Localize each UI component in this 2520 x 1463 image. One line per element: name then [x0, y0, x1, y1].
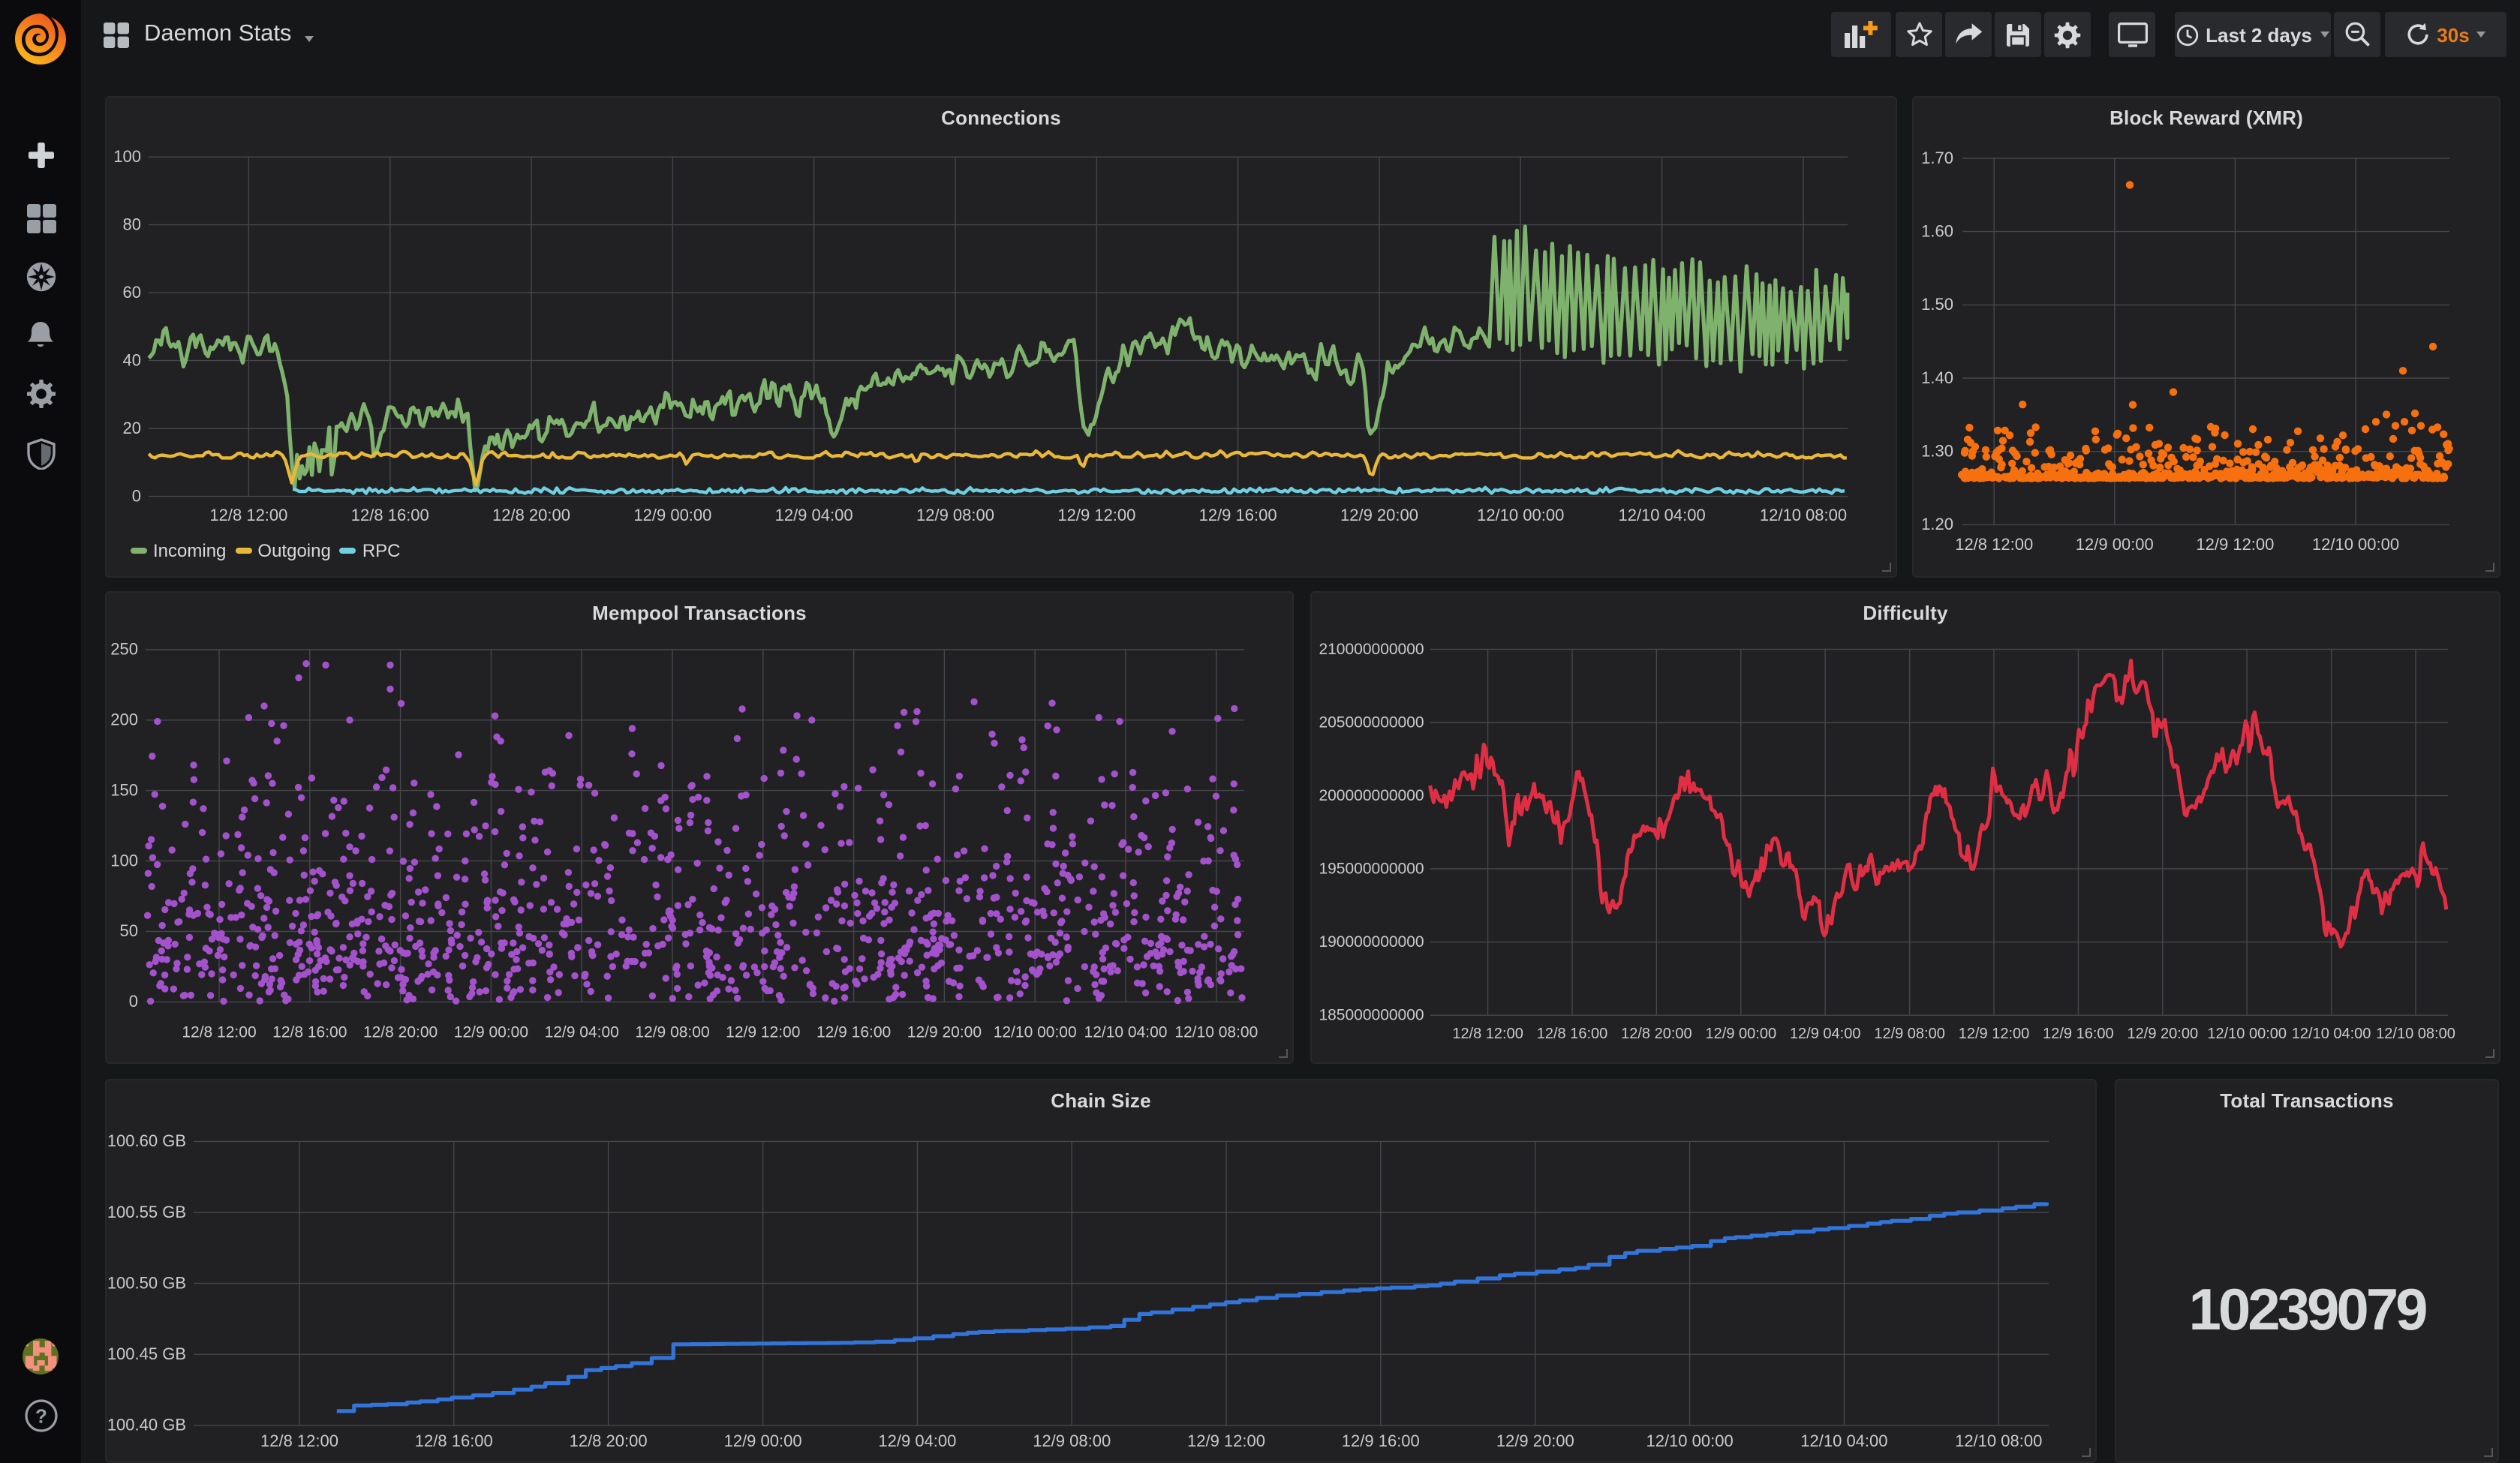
- svg-text:12/9 12:00: 12/9 12:00: [1959, 1026, 2030, 1042]
- svg-text:12/8 20:00: 12/8 20:00: [363, 1024, 438, 1041]
- svg-text:12/9 00:00: 12/9 00:00: [2076, 535, 2154, 554]
- svg-text:12/9 16:00: 12/9 16:00: [816, 1024, 891, 1041]
- svg-text:150: 150: [110, 780, 138, 799]
- svg-text:12/8 12:00: 12/8 12:00: [182, 1024, 256, 1041]
- svg-text:12/8 12:00: 12/8 12:00: [260, 1431, 338, 1450]
- svg-text:0: 0: [129, 992, 138, 1011]
- svg-text:1.30: 1.30: [1921, 442, 1953, 461]
- svg-text:12/8 20:00: 12/8 20:00: [1621, 1026, 1692, 1042]
- svg-text:12/8 12:00: 12/8 12:00: [1955, 535, 2033, 554]
- svg-text:12/8 20:00: 12/8 20:00: [492, 506, 570, 524]
- svg-text:100.50 GB: 100.50 GB: [107, 1273, 186, 1292]
- svg-text:0: 0: [132, 486, 141, 505]
- svg-text:12/9 08:00: 12/9 08:00: [1033, 1431, 1111, 1450]
- svg-text:1.50: 1.50: [1921, 295, 1953, 314]
- svg-text:12/10 00:00: 12/10 00:00: [1477, 506, 1564, 524]
- svg-text:12/10 00:00: 12/10 00:00: [1646, 1431, 1733, 1450]
- svg-text:1.40: 1.40: [1921, 368, 1953, 387]
- svg-text:12/10 04:00: 12/10 04:00: [2292, 1026, 2371, 1042]
- svg-text:205000000000: 205000000000: [1319, 714, 1424, 732]
- svg-text:12/8 16:00: 12/8 16:00: [272, 1024, 347, 1041]
- svg-text:12/9 20:00: 12/9 20:00: [1496, 1431, 1574, 1450]
- svg-text:12/10 08:00: 12/10 08:00: [2376, 1026, 2455, 1042]
- svg-text:12/9 20:00: 12/9 20:00: [2128, 1026, 2199, 1042]
- svg-text:100.40 GB: 100.40 GB: [107, 1416, 186, 1434]
- svg-text:12/9 16:00: 12/9 16:00: [1342, 1431, 1420, 1450]
- svg-text:185000000000: 185000000000: [1319, 1007, 1424, 1024]
- svg-text:12/10 08:00: 12/10 08:00: [1174, 1024, 1258, 1041]
- svg-text:12/9 16:00: 12/9 16:00: [2043, 1026, 2114, 1042]
- svg-text:12/9 04:00: 12/9 04:00: [878, 1431, 956, 1450]
- svg-text:100.45 GB: 100.45 GB: [107, 1344, 186, 1363]
- svg-text:100.55 GB: 100.55 GB: [107, 1203, 186, 1221]
- svg-text:100.60 GB: 100.60 GB: [107, 1131, 186, 1150]
- svg-text:12/9 00:00: 12/9 00:00: [633, 506, 711, 524]
- svg-text:80: 80: [123, 215, 141, 233]
- svg-text:12/9 00:00: 12/9 00:00: [724, 1431, 802, 1450]
- svg-text:200000000000: 200000000000: [1319, 787, 1424, 804]
- svg-text:40: 40: [123, 350, 141, 369]
- svg-text:12/9 12:00: 12/9 12:00: [2196, 535, 2274, 554]
- svg-text:12/9 00:00: 12/9 00:00: [454, 1024, 528, 1041]
- svg-text:12/8 20:00: 12/8 20:00: [570, 1431, 648, 1450]
- svg-text:12/10 04:00: 12/10 04:00: [1800, 1431, 1887, 1450]
- svg-text:12/9 12:00: 12/9 12:00: [726, 1024, 800, 1041]
- svg-text:12/10 08:00: 12/10 08:00: [1955, 1431, 2042, 1450]
- svg-text:1.60: 1.60: [1921, 221, 1953, 240]
- svg-text:12/9 12:00: 12/9 12:00: [1057, 506, 1135, 524]
- svg-text:12/9 08:00: 12/9 08:00: [635, 1024, 709, 1041]
- svg-text:?: ?: [35, 1405, 47, 1428]
- svg-text:20: 20: [123, 419, 141, 437]
- svg-text:195000000000: 195000000000: [1319, 861, 1424, 878]
- svg-text:12/9 04:00: 12/9 04:00: [775, 506, 853, 524]
- svg-text:12/9 00:00: 12/9 00:00: [1706, 1026, 1777, 1042]
- svg-text:12/9 20:00: 12/9 20:00: [907, 1024, 982, 1041]
- svg-text:12/10 04:00: 12/10 04:00: [1084, 1024, 1168, 1041]
- svg-text:12/10 00:00: 12/10 00:00: [2207, 1026, 2287, 1042]
- svg-text:12/8 16:00: 12/8 16:00: [415, 1431, 493, 1450]
- svg-text:12/8 16:00: 12/8 16:00: [351, 506, 429, 524]
- svg-text:12/10 00:00: 12/10 00:00: [994, 1024, 1077, 1041]
- svg-text:12/9 04:00: 12/9 04:00: [545, 1024, 619, 1041]
- svg-text:190000000000: 190000000000: [1319, 933, 1424, 951]
- svg-text:12/9 08:00: 12/9 08:00: [916, 506, 994, 524]
- svg-text:250: 250: [110, 640, 138, 659]
- svg-text:100: 100: [113, 147, 141, 166]
- svg-text:12/8 16:00: 12/8 16:00: [1537, 1026, 1608, 1042]
- svg-text:12/9 08:00: 12/9 08:00: [1874, 1026, 1945, 1042]
- svg-text:60: 60: [123, 283, 141, 302]
- svg-text:210000000000: 210000000000: [1319, 641, 1424, 658]
- svg-text:12/9 16:00: 12/9 16:00: [1199, 506, 1277, 524]
- svg-text:12/10 08:00: 12/10 08:00: [1760, 506, 1847, 524]
- svg-text:12/9 20:00: 12/9 20:00: [1340, 506, 1418, 524]
- svg-text:1.70: 1.70: [1921, 149, 1953, 167]
- svg-text:12/10 04:00: 12/10 04:00: [1618, 506, 1705, 524]
- svg-text:12/8 12:00: 12/8 12:00: [209, 506, 287, 524]
- svg-text:12/9 04:00: 12/9 04:00: [1790, 1026, 1861, 1042]
- svg-text:50: 50: [120, 921, 138, 940]
- svg-text:12/10 00:00: 12/10 00:00: [2312, 535, 2399, 554]
- svg-text:1.20: 1.20: [1921, 515, 1953, 533]
- svg-text:12/8 12:00: 12/8 12:00: [1452, 1026, 1523, 1042]
- svg-text:100: 100: [110, 851, 138, 870]
- svg-text:12/9 12:00: 12/9 12:00: [1187, 1431, 1265, 1450]
- svg-text:200: 200: [110, 710, 138, 729]
